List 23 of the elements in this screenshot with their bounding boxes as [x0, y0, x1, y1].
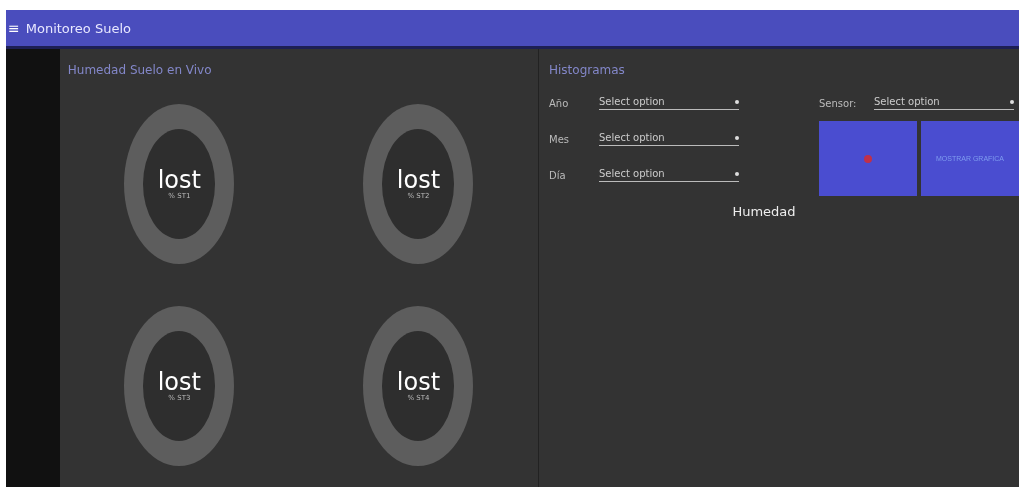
select-field[interactable]: Select option [599, 132, 739, 146]
app-title: Monitoreo Suelo [25, 20, 131, 36]
chart-title: Humedad [731, 204, 797, 219]
menu-icon[interactable]: ≡ [8, 20, 20, 36]
panel-title: Humedad Suelo en Vivo [66, 62, 213, 79]
select-field[interactable]: Select option [599, 168, 739, 182]
gauge-value: lost [157, 168, 201, 192]
select-field[interactable]: Select option [599, 96, 739, 110]
caret-icon [1010, 99, 1014, 104]
field-label: Año [549, 97, 570, 109]
field-label: Día [549, 169, 567, 181]
caret-icon [735, 135, 739, 140]
select-field[interactable]: Select option [874, 96, 1014, 110]
gauge-value: lost [396, 370, 441, 394]
caret-icon [735, 171, 739, 176]
gauge-value: lost [396, 168, 441, 192]
caret-icon [735, 99, 739, 104]
panel-title: Histogramas [549, 62, 626, 79]
field-label: Sensor: [819, 97, 858, 109]
gauge-value: lost [157, 370, 201, 394]
icon-button[interactable] [819, 121, 917, 196]
dot-icon [864, 154, 872, 163]
field-label: Mes [549, 133, 570, 145]
